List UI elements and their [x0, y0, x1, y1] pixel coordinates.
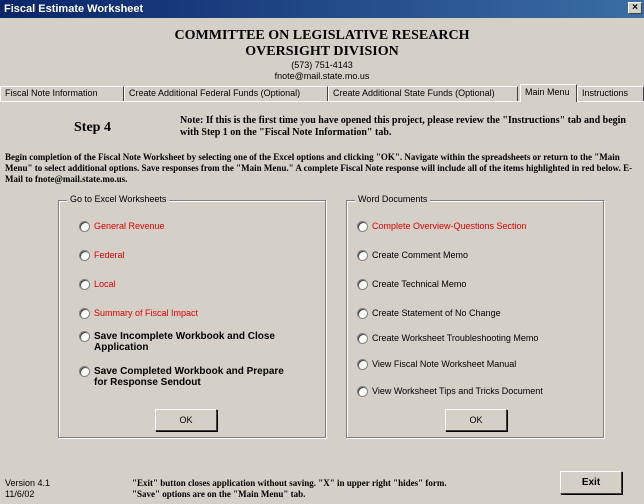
radio-icon[interactable] — [357, 221, 368, 232]
tab-instructions[interactable]: Instructions — [577, 86, 644, 101]
radio-icon[interactable] — [79, 250, 90, 261]
tab-fiscal-note-information[interactable]: Fiscal Note Information — [0, 86, 124, 101]
date-text: 11/6/02 — [5, 489, 35, 499]
option-label: View Fiscal Note Worksheet Manual — [372, 359, 517, 369]
option-label: View Worksheet Tips and Tricks Document — [372, 386, 543, 396]
option-label: Create Worksheet Troubleshooting Memo — [372, 333, 539, 343]
radio-icon[interactable] — [357, 308, 368, 319]
option-troubleshooting-memo[interactable]: Create Worksheet Troubleshooting Memo — [357, 333, 538, 344]
option-no-change[interactable]: Create Statement of No Change — [357, 308, 501, 319]
option-comment-memo[interactable]: Create Comment Memo — [357, 250, 468, 261]
radio-icon[interactable] — [79, 366, 90, 377]
phone-text: (573) 751-4143 — [291, 60, 353, 70]
option-label: Complete Overview-Questions Section — [372, 221, 527, 231]
header: COMMITTEE ON LEGISLATIVE RESEARCH OVERSI… — [0, 28, 644, 82]
exit-hint: "Exit" button closes application without… — [132, 478, 447, 499]
option-local[interactable]: Local — [79, 279, 116, 290]
window-title: Fiscal Estimate Worksheet — [4, 3, 144, 15]
option-save-completed[interactable]: Save Completed Workbook and Prepare for … — [79, 366, 299, 388]
option-label: Federal — [94, 250, 125, 260]
option-label: Save Completed Workbook and Prepare for … — [94, 366, 284, 388]
org-title: COMMITTEE ON LEGISLATIVE RESEARCH — [174, 28, 470, 43]
radio-icon[interactable] — [79, 331, 90, 342]
close-button[interactable]: × — [628, 2, 642, 14]
option-save-incomplete[interactable]: Save Incomplete Workbook and Close Appli… — [79, 331, 279, 353]
option-technical-memo[interactable]: Create Technical Memo — [357, 279, 466, 290]
intro-text: Begin completion of the Fiscal Note Work… — [5, 152, 633, 184]
option-label: Create Statement of No Change — [372, 308, 501, 318]
option-summary-fiscal-impact[interactable]: Summary of Fiscal Impact — [79, 308, 198, 319]
first-time-note: Note: If this is the first time you have… — [180, 115, 626, 138]
option-label: Create Technical Memo — [372, 279, 467, 289]
radio-icon[interactable] — [79, 221, 90, 232]
radio-icon[interactable] — [357, 359, 368, 370]
option-overview-questions[interactable]: Complete Overview-Questions Section — [357, 221, 527, 232]
window-titlebar: Fiscal Estimate Worksheet × — [0, 0, 644, 18]
radio-icon[interactable] — [79, 279, 90, 290]
word-documents-group: Word Documents Complete Overview-Questio… — [346, 194, 604, 438]
radio-icon[interactable] — [357, 279, 368, 290]
option-label: Local — [94, 279, 116, 289]
radio-icon[interactable] — [357, 386, 368, 397]
option-tips-tricks[interactable]: View Worksheet Tips and Tricks Document — [357, 386, 543, 397]
email-text: fnote@mail.state.mo.us — [274, 71, 370, 81]
option-general-revenue[interactable]: General Revenue — [79, 221, 165, 232]
excel-ok-button[interactable]: OK — [155, 409, 217, 431]
version-text: Version 4.1 — [5, 478, 51, 488]
word-group-legend: Word Documents — [355, 194, 431, 204]
step-label: Step 4 — [74, 120, 111, 135]
word-ok-button[interactable]: OK — [445, 409, 507, 431]
option-label: Summary of Fiscal Impact — [94, 308, 199, 318]
radio-icon[interactable] — [79, 308, 90, 319]
tab-state-funds[interactable]: Create Additional State Funds (Optional) — [328, 86, 518, 101]
radio-icon[interactable] — [357, 333, 368, 344]
option-label: Save Incomplete Workbook and Close Appli… — [94, 331, 275, 353]
tab-bar: Fiscal Note Information Create Additiona… — [0, 84, 644, 102]
excel-group-legend: Go to Excel Worksheets — [67, 194, 170, 204]
tab-main-menu[interactable]: Main Menu — [520, 84, 577, 102]
option-label: Create Comment Memo — [372, 250, 469, 260]
option-label: General Revenue — [94, 221, 165, 231]
excel-worksheets-group: Go to Excel Worksheets General Revenue F… — [58, 194, 326, 438]
division-title: OVERSIGHT DIVISION — [245, 44, 399, 59]
exit-button[interactable]: Exit — [560, 471, 622, 494]
option-federal[interactable]: Federal — [79, 250, 125, 261]
option-worksheet-manual[interactable]: View Fiscal Note Worksheet Manual — [357, 359, 516, 370]
radio-icon[interactable] — [357, 250, 368, 261]
tab-federal-funds[interactable]: Create Additional Federal Funds (Optiona… — [124, 86, 328, 101]
